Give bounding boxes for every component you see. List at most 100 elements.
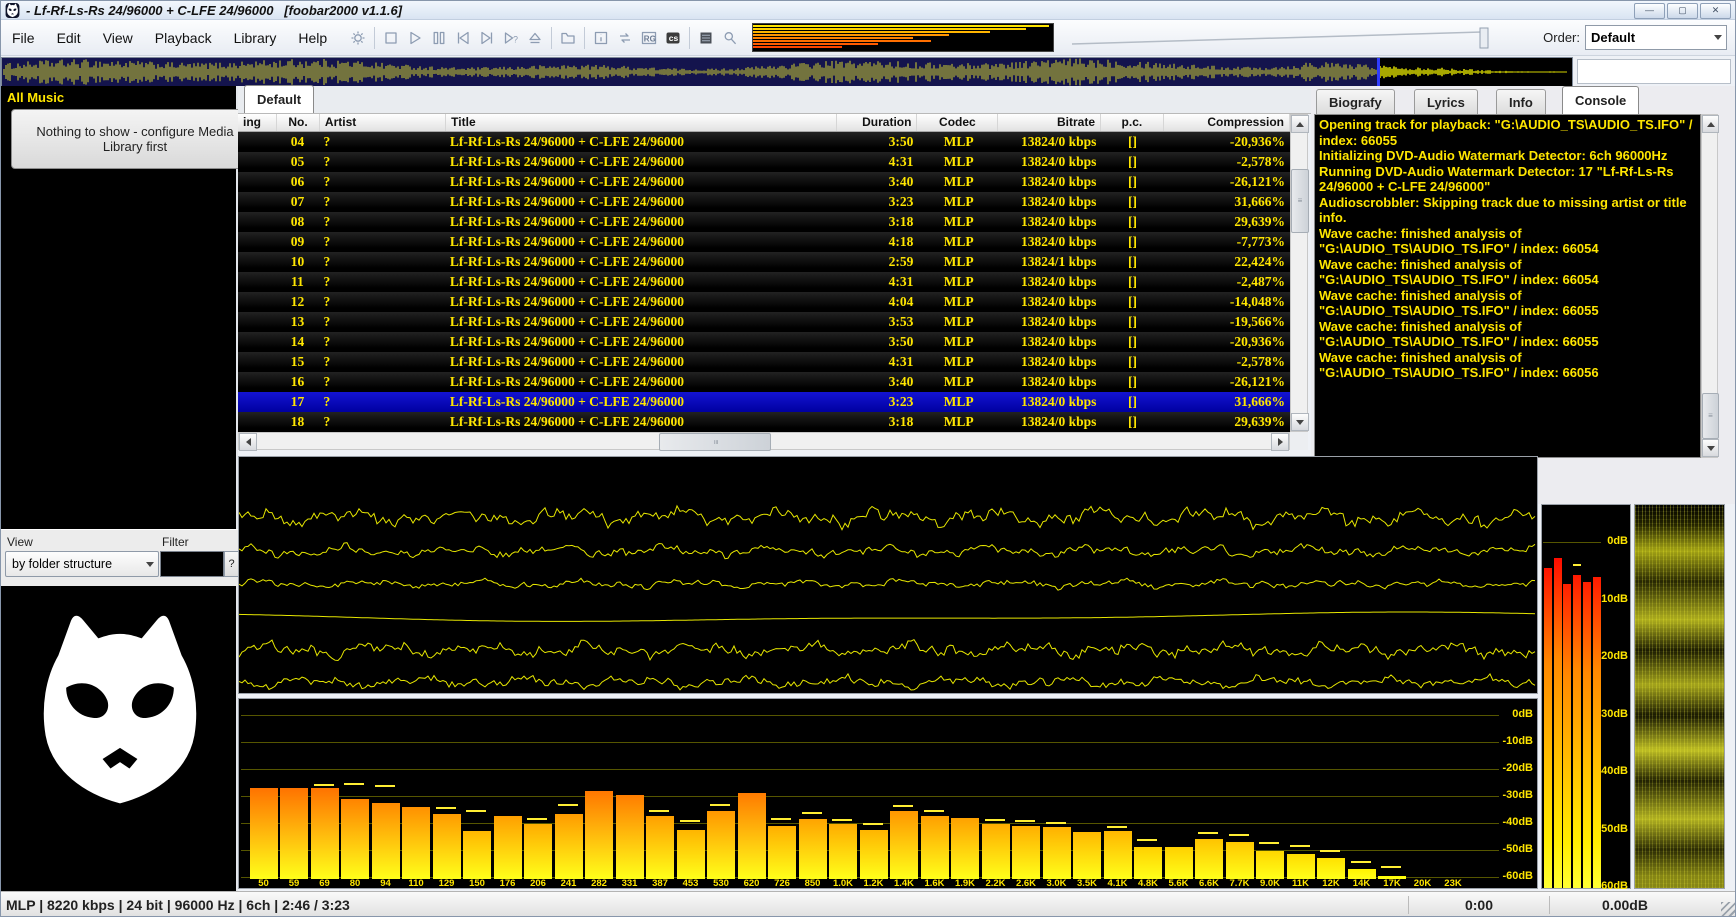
toolbar-spectrum-bar (753, 37, 913, 39)
menu-view[interactable]: View (92, 21, 144, 55)
next-icon[interactable] (475, 26, 499, 50)
window-resize-grip[interactable] (1721, 902, 1735, 916)
table-row[interactable]: 16?Lf-Rf-Ls-Rs 24/96000 + C-LFE 24/96000… (238, 372, 1290, 392)
minimize-button[interactable]: — (1634, 3, 1665, 19)
column-header-duration[interactable]: Duration (837, 114, 918, 131)
eject-icon[interactable] (523, 26, 547, 50)
filter-help-button[interactable]: ? (224, 551, 239, 577)
playlist-vertical-scrollbar[interactable]: ≡ (1290, 114, 1308, 432)
waveform-seekbar[interactable] (1, 57, 1573, 87)
table-row[interactable]: 14?Lf-Rf-Ls-Rs 24/96000 + C-LFE 24/96000… (238, 332, 1290, 352)
table-row[interactable]: 05?Lf-Rf-Ls-Rs 24/96000 + C-LFE 24/96000… (238, 152, 1290, 172)
random-icon[interactable]: ? (499, 26, 523, 50)
table-row[interactable]: 08?Lf-Rf-Ls-Rs 24/96000 + C-LFE 24/96000… (238, 212, 1290, 232)
scroll-thumb[interactable]: ≡ (1291, 169, 1309, 233)
cell-artist: ? (318, 352, 444, 372)
order-dropdown[interactable]: Default (1585, 25, 1727, 50)
menu-playback[interactable]: Playback (144, 21, 223, 55)
open-folder-icon[interactable] (556, 26, 580, 50)
menu-help[interactable]: Help (287, 21, 338, 55)
scroll-down-button[interactable] (1291, 413, 1309, 431)
menu-edit[interactable]: Edit (46, 21, 92, 55)
table-row-selected[interactable]: 17?Lf-Rf-Ls-Rs 24/96000 + C-LFE 24/96000… (238, 392, 1290, 412)
console-log[interactable]: Opening track for playback: "G:\AUDIO_TS… (1314, 114, 1701, 458)
scroll-thumb[interactable]: ≡ (659, 433, 771, 451)
table-row[interactable]: 13?Lf-Rf-Ls-Rs 24/96000 + C-LFE 24/96000… (238, 312, 1290, 332)
tab-biografy[interactable]: Biografy (1316, 89, 1395, 114)
scroll-down-button[interactable] (1702, 439, 1719, 457)
table-row[interactable]: 04?Lf-Rf-Ls-Rs 24/96000 + C-LFE 24/96000… (238, 132, 1290, 152)
column-header-pc[interactable]: p.c. (1101, 114, 1164, 131)
toolbar: ? RGcs (346, 26, 742, 50)
frequency-label: 6.6K (1194, 878, 1224, 889)
scroll-right-button[interactable] (1271, 433, 1289, 451)
menu-file[interactable]: File (1, 21, 46, 55)
spectrum-peak-marker (680, 820, 700, 822)
table-row[interactable]: 11?Lf-Rf-Ls-Rs 24/96000 + C-LFE 24/96000… (238, 272, 1290, 292)
console-scrollbar[interactable]: ≡ (1701, 114, 1718, 458)
table-row[interactable]: 18?Lf-Rf-Ls-Rs 24/96000 + C-LFE 24/96000… (238, 412, 1290, 432)
previous-icon[interactable] (451, 26, 475, 50)
column-header-bitrate[interactable]: Bitrate (998, 114, 1101, 131)
search-icon[interactable] (718, 26, 742, 50)
table-row[interactable]: 15?Lf-Rf-Ls-Rs 24/96000 + C-LFE 24/96000… (238, 352, 1290, 372)
stop-icon[interactable] (379, 26, 403, 50)
playlist-horizontal-scrollbar[interactable]: ≡ (238, 432, 1290, 450)
vu-meter-bar (1583, 582, 1591, 888)
tab-lyrics[interactable]: Lyrics (1414, 89, 1478, 114)
menu-library[interactable]: Library (223, 21, 288, 55)
column-header-codec[interactable]: Codec (917, 114, 998, 131)
cell-ing (238, 352, 276, 372)
table-row[interactable]: 10?Lf-Rf-Ls-Rs 24/96000 + C-LFE 24/96000… (238, 252, 1290, 272)
column-header-artist[interactable]: Artist (320, 114, 446, 131)
scroll-left-button[interactable] (239, 433, 257, 451)
volume-slider[interactable] (1064, 25, 1504, 51)
spectrum-bar (1043, 827, 1071, 879)
column-header-title[interactable]: Title (446, 114, 836, 131)
cell-artist: ? (318, 232, 444, 252)
replaygain-icon[interactable]: RG (637, 26, 661, 50)
frequency-label: 129 (432, 878, 462, 889)
library-root-label[interactable]: All Music (7, 90, 64, 105)
properties-icon[interactable] (589, 26, 613, 50)
table-row[interactable]: 12?Lf-Rf-Ls-Rs 24/96000 + C-LFE 24/96000… (238, 292, 1290, 312)
table-row[interactable]: 07?Lf-Rf-Ls-Rs 24/96000 + C-LFE 24/96000… (238, 192, 1290, 212)
chevron-down-icon[interactable] (1709, 27, 1726, 48)
cell-artist: ? (318, 252, 444, 272)
filter-input[interactable] (160, 551, 224, 577)
cell-title: Lf-Rf-Ls-Rs 24/96000 + C-LFE 24/96000 (445, 172, 838, 192)
maximize-button[interactable]: ▢ (1667, 3, 1698, 19)
playlist-column-headers[interactable]: ingNo.ArtistTitleDurationCodecBitratep.c… (238, 114, 1290, 132)
pause-icon[interactable] (427, 26, 451, 50)
column-header-no[interactable]: No. (277, 114, 320, 131)
view-dropdown[interactable]: by folder structure (5, 551, 159, 577)
configure-media-library-button[interactable]: Nothing to show - configure Media Librar… (11, 109, 259, 169)
cell-bitrate: 13824/0 kbps (999, 272, 1102, 292)
playlist-tab-default[interactable]: Default (244, 85, 314, 113)
preferences-icon[interactable] (346, 26, 370, 50)
cell-ing (238, 312, 276, 332)
title-bar[interactable]: - Lf-Rf-Ls-Rs 24/96000 + C-LFE 24/96000 … (1, 1, 1736, 20)
cell-pc: [] (1101, 132, 1163, 152)
play-icon[interactable] (403, 26, 427, 50)
playlist-grid-icon[interactable] (694, 26, 718, 50)
table-row[interactable]: 06?Lf-Rf-Ls-Rs 24/96000 + C-LFE 24/96000… (238, 172, 1290, 192)
spectrum-bar (616, 795, 644, 879)
toolbar-spectrum-bar (753, 46, 842, 48)
scroll-up-button[interactable] (1702, 115, 1719, 133)
close-button[interactable]: ✕ (1700, 3, 1731, 19)
spectrum-db-label: -10dB (1467, 735, 1533, 747)
audioscrobbler-icon[interactable]: cs (661, 26, 685, 50)
tab-console[interactable]: Console (1562, 86, 1639, 114)
chevron-down-icon[interactable] (142, 562, 158, 567)
converter-icon[interactable] (613, 26, 637, 50)
column-header-compression[interactable]: Compression (1164, 114, 1290, 131)
seekbar-cursor[interactable] (1377, 58, 1380, 86)
tab-info[interactable]: Info (1496, 89, 1546, 114)
menu-bar: FileEditViewPlaybackLibraryHelp ?RGcs Or… (1, 20, 1736, 56)
column-header-ing[interactable]: ing (238, 114, 277, 131)
cell-codec: MLP (918, 372, 999, 392)
scroll-thumb[interactable]: ≡ (1702, 393, 1719, 439)
scroll-up-button[interactable] (1291, 115, 1309, 133)
table-row[interactable]: 09?Lf-Rf-Ls-Rs 24/96000 + C-LFE 24/96000… (238, 232, 1290, 252)
